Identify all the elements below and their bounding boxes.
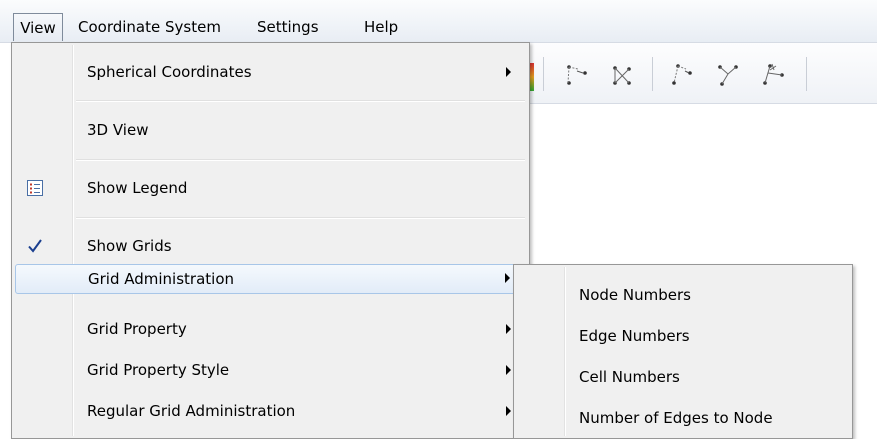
menu-item-show-grids[interactable]: Show Grids xyxy=(14,232,527,260)
split-edge-icon[interactable] xyxy=(714,61,742,89)
menu-item-cell-numbers[interactable]: Cell Numbers xyxy=(516,363,850,391)
submenu-arrow-icon xyxy=(506,365,511,375)
submenu-arrow-icon xyxy=(506,324,511,334)
menu-item-grid-administration[interactable]: Grid Administration xyxy=(15,264,526,294)
menu-item-label: Edge Numbers xyxy=(579,327,690,345)
menu-item-label: Show Legend xyxy=(87,179,188,197)
checkmark-icon xyxy=(28,239,42,253)
menu-help[interactable]: Help xyxy=(364,14,398,40)
legend-list-icon xyxy=(27,180,43,196)
color-bar-icon xyxy=(530,63,534,91)
toolbar-separator xyxy=(806,57,807,91)
menu-coordinate-system[interactable]: Coordinate System xyxy=(78,14,221,40)
menu-item-regular-grid-administration[interactable]: Regular Grid Administration xyxy=(14,397,527,425)
merge-node-icon[interactable] xyxy=(760,61,788,89)
menu-settings[interactable]: Settings xyxy=(257,14,319,40)
menu-item-grid-property[interactable]: Grid Property xyxy=(14,315,527,343)
menu-item-label: Grid Property xyxy=(87,320,187,338)
submenu-arrow-icon xyxy=(506,67,511,77)
menu-item-edge-numbers[interactable]: Edge Numbers xyxy=(516,322,850,350)
menu-separator xyxy=(76,159,525,161)
menu-item-label: Number of Edges to Node xyxy=(579,409,773,427)
toolbar xyxy=(530,43,877,104)
menu-bar: View Coordinate System Settings Help xyxy=(0,0,877,43)
menu-item-label: Regular Grid Administration xyxy=(87,402,296,420)
menu-item-label: Grid Administration xyxy=(88,270,235,288)
menu-item-3d-view[interactable]: 3D View xyxy=(14,116,527,144)
view-menu: Spherical Coordinates 3D View Show Legen… xyxy=(11,42,530,439)
menu-view[interactable]: View xyxy=(13,13,63,41)
menu-item-label: Cell Numbers xyxy=(579,368,680,386)
menu-separator xyxy=(76,217,525,219)
move-node-icon[interactable] xyxy=(668,61,696,89)
menu-item-grid-property-style[interactable]: Grid Property Style xyxy=(14,356,527,384)
menu-separator xyxy=(76,100,525,102)
submenu-arrow-icon xyxy=(505,273,510,283)
menu-item-spherical-coordinates[interactable]: Spherical Coordinates xyxy=(14,58,527,86)
delete-node-icon[interactable] xyxy=(607,61,635,89)
menu-item-number-of-edges-to-node[interactable]: Number of Edges to Node xyxy=(516,404,850,432)
menu-item-label: 3D View xyxy=(87,121,149,139)
menu-item-label: Grid Property Style xyxy=(87,361,230,379)
menu-item-label: Spherical Coordinates xyxy=(87,63,252,81)
menu-item-show-legend[interactable]: Show Legend xyxy=(14,174,527,202)
grid-administration-submenu: Node Numbers Edge Numbers Cell Numbers N… xyxy=(513,264,853,439)
add-node-icon[interactable] xyxy=(563,61,591,89)
menu-item-node-numbers[interactable]: Node Numbers xyxy=(516,281,850,309)
menu-item-label: Show Grids xyxy=(87,237,172,255)
toolbar-separator xyxy=(652,57,653,91)
submenu-arrow-icon xyxy=(506,406,511,416)
toolbar-separator xyxy=(543,57,544,91)
menu-item-label: Node Numbers xyxy=(579,286,691,304)
